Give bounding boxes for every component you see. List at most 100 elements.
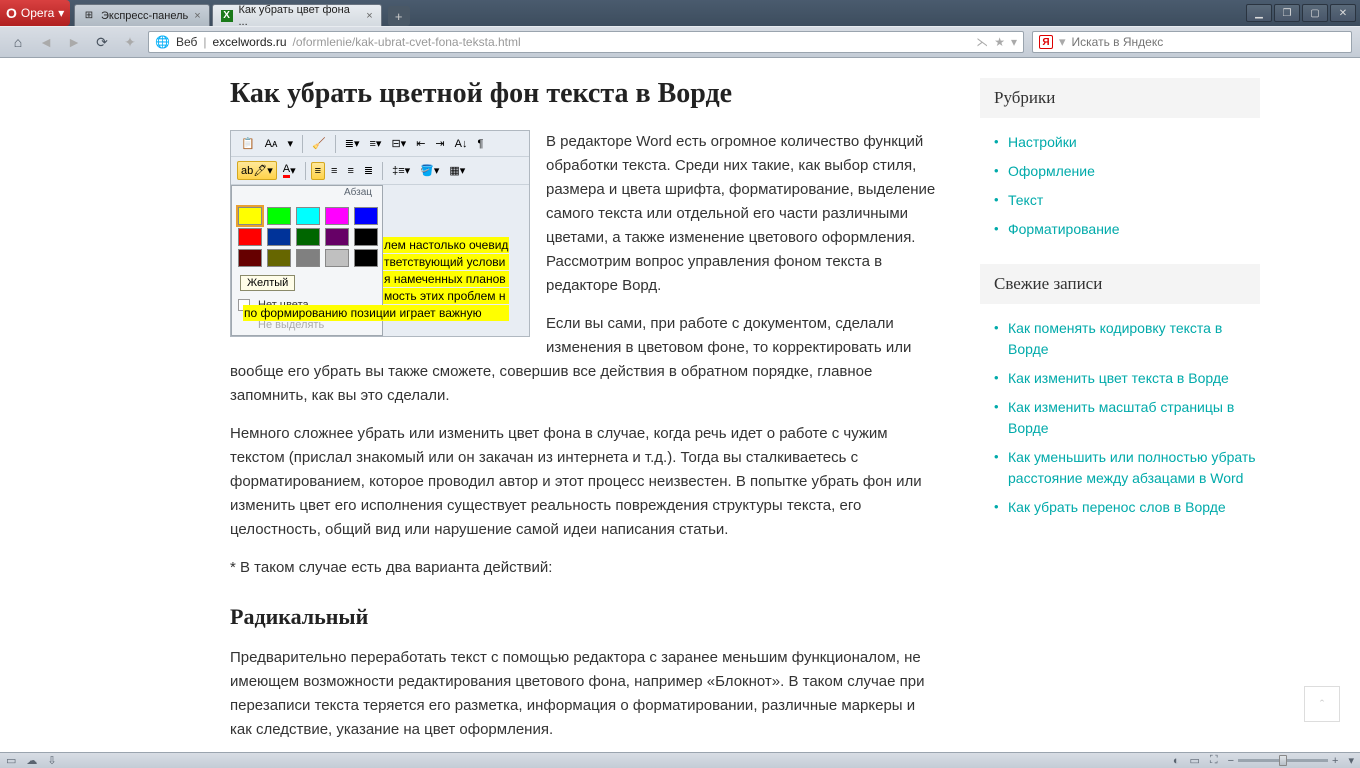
color-red: [238, 228, 262, 246]
zoom-out-icon[interactable]: −: [1228, 755, 1234, 767]
opera-logo-icon: O: [6, 5, 17, 21]
status-bar: ▭ ☁ ⇩ ◐ ▭ ⛶ − + ▾: [0, 752, 1360, 768]
opera-menu-button[interactable]: O Opera ▾: [0, 0, 70, 26]
url-domain: excelwords.ru: [213, 35, 287, 49]
paragraph: * В таком случае есть два варианта дейст…: [230, 556, 940, 580]
search-box[interactable]: Я ▾: [1032, 31, 1352, 53]
sidebar-link[interactable]: Настройки: [1008, 134, 1077, 150]
sidebar: Рубрики Настройки Оформление Текст Форма…: [980, 78, 1280, 752]
color-purple: [325, 228, 349, 246]
restore-button[interactable]: ❐: [1274, 4, 1300, 22]
sidebar-link[interactable]: Как изменить масштаб страницы в Ворде: [1008, 399, 1234, 436]
sidebar-link[interactable]: Как поменять кодировку текста в Ворде: [1008, 320, 1222, 357]
align-right-icon: ≡: [343, 162, 357, 180]
highlighted-text-sample: лем настолько очевид тветствующий услови…: [383, 185, 509, 322]
recent-heading: Свежие записи: [980, 264, 1260, 304]
close-icon[interactable]: ×: [194, 10, 200, 22]
font-size-icon: Aᴀ: [261, 135, 282, 153]
color-green: [267, 207, 291, 225]
chevron-down-icon: ▾: [58, 6, 64, 20]
sync-icon[interactable]: ☁: [26, 754, 37, 767]
sidebar-link[interactable]: Как уменьшить или полностью убрать расст…: [1008, 449, 1256, 486]
url-field[interactable]: 🌐 Веб | excelwords.ru/oformlenie/kak-ubr…: [148, 31, 1024, 53]
url-scheme-label: Веб: [176, 35, 197, 49]
sidebar-link[interactable]: Как изменить цвет текста в Ворде: [1008, 370, 1229, 386]
numbering-icon: ≡▾: [365, 134, 385, 153]
align-left-icon: ≡: [311, 162, 325, 180]
yandex-icon: Я: [1039, 35, 1053, 49]
rubriki-heading: Рубрики: [980, 78, 1260, 118]
multilevel-icon: ⊟▾: [387, 134, 410, 153]
sidebar-link[interactable]: Форматирование: [1008, 221, 1120, 237]
pilcrow-icon: ¶: [473, 135, 487, 153]
view-icon[interactable]: ▭: [1189, 754, 1199, 767]
opera-label: Opera: [21, 6, 54, 20]
maximize-button[interactable]: ▢: [1302, 4, 1328, 22]
close-button[interactable]: ✕: [1330, 4, 1356, 22]
paragraph-group-label: Абзац: [334, 186, 382, 201]
line-spacing-icon: ‡≡▾: [388, 161, 414, 180]
tab-label: Экспресс-панель: [101, 10, 188, 22]
section-heading: Радикальный: [230, 604, 940, 630]
search-input[interactable]: [1072, 35, 1345, 49]
color-grid: [232, 201, 382, 273]
borders-icon: ▦▾: [445, 161, 469, 180]
minimize-button[interactable]: ▁: [1246, 4, 1272, 22]
chevron-down-icon[interactable]: ▾: [1059, 34, 1066, 50]
window-controls: ▁ ❐ ▢ ✕: [1242, 0, 1360, 26]
indent-right-icon: ⇥: [431, 134, 448, 153]
scroll-to-top-button[interactable]: ˆ: [1304, 686, 1340, 722]
downloads-icon[interactable]: ⇩: [47, 754, 56, 767]
reload-button[interactable]: ⟳: [92, 32, 112, 52]
tab-speed-dial[interactable]: ⊞ Экспресс-панель ×: [74, 4, 210, 26]
close-icon[interactable]: ×: [366, 10, 372, 22]
paragraph: Немного сложнее убрать или изменить цвет…: [230, 422, 940, 542]
rss-icon[interactable]: ⋋: [976, 35, 988, 49]
turbo-icon[interactable]: ◐: [1173, 755, 1180, 767]
bullets-icon: ≣▾: [341, 134, 364, 153]
url-path: /oformlenie/kak-ubrat-cvet-fona-teksta.h…: [293, 35, 521, 49]
forward-button[interactable]: ►: [64, 32, 84, 52]
wand-button[interactable]: ✦: [120, 32, 140, 52]
fit-icon[interactable]: ⛶: [1210, 754, 1218, 767]
recent-block: Свежие записи Как поменять кодировку тек…: [980, 264, 1260, 542]
zoom-slider[interactable]: − +: [1228, 755, 1339, 767]
color-olive: [267, 249, 291, 267]
dropdown-icon[interactable]: ▾: [1011, 35, 1017, 49]
panel-icon[interactable]: ▭: [6, 754, 16, 767]
color-black2: [354, 249, 378, 267]
page-viewport: Как убрать цветной фон текста в Ворде 📋 …: [0, 58, 1360, 752]
paste-icon: 📋: [237, 134, 259, 153]
bookmark-star-icon[interactable]: ★: [994, 35, 1005, 49]
tab-article[interactable]: X Как убрать цвет фона ... ×: [212, 4, 382, 26]
rubriki-block: Рубрики Настройки Оформление Текст Форма…: [980, 78, 1260, 264]
article-title: Как убрать цветной фон текста в Ворде: [230, 78, 940, 110]
chevron-down-icon: ▾: [284, 134, 298, 153]
sidebar-link[interactable]: Как убрать перенос слов в Ворде: [1008, 499, 1226, 515]
clear-format-icon: 🧹: [308, 134, 330, 153]
color-black: [354, 228, 378, 246]
grid-icon: ⊞: [83, 10, 95, 22]
align-center-icon: ≡: [327, 162, 341, 180]
home-button[interactable]: ⌂: [8, 32, 28, 52]
color-blue: [354, 207, 378, 225]
color-cyan: [296, 207, 320, 225]
new-tab-button[interactable]: +: [388, 6, 410, 26]
color-silver: [325, 249, 349, 267]
title-bar: O Opera ▾ ⊞ Экспресс-панель × X Как убра…: [0, 0, 1360, 26]
highlight-button: ab🖊▾: [237, 161, 277, 180]
article-content: Как убрать цветной фон текста в Ворде 📋 …: [80, 78, 940, 752]
zoom-in-icon[interactable]: +: [1332, 755, 1338, 767]
color-yellow: [238, 207, 262, 225]
sidebar-link[interactable]: Текст: [1008, 192, 1043, 208]
indent-left-icon: ⇤: [412, 134, 429, 153]
chevron-down-icon[interactable]: ▾: [1348, 754, 1354, 767]
excel-favicon-icon: X: [221, 10, 233, 22]
color-darkred: [238, 249, 262, 267]
color-magenta: [325, 207, 349, 225]
color-tooltip: Желтый: [240, 275, 295, 291]
back-button[interactable]: ◄: [36, 32, 56, 52]
sidebar-link[interactable]: Оформление: [1008, 163, 1095, 179]
justify-icon: ≣: [360, 161, 377, 180]
font-color-icon: A▾: [279, 160, 300, 181]
